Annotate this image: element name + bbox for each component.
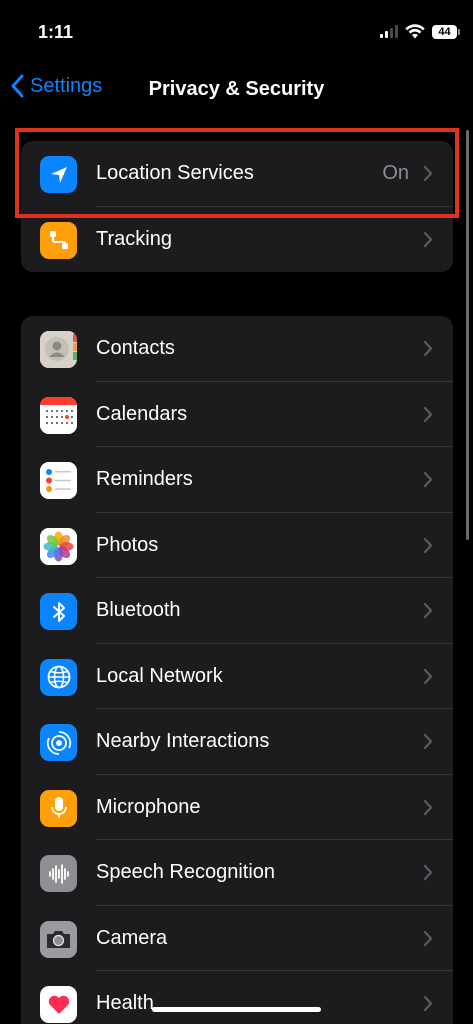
settings-group-location: Location Services On Tracking — [21, 141, 453, 272]
reminders-icon — [40, 462, 77, 499]
contacts-row[interactable]: Contacts — [21, 316, 453, 382]
bluetooth-icon — [40, 593, 77, 630]
contacts-icon — [40, 331, 77, 368]
camera-row[interactable]: Camera — [21, 906, 453, 971]
photos-icon — [40, 527, 77, 565]
nearby-interactions-row[interactable]: Nearby Interactions — [21, 709, 453, 775]
status-icons: 44 — [380, 24, 460, 39]
row-label: Photos — [96, 533, 159, 556]
row-value: On — [382, 162, 409, 185]
row-label: Speech Recognition — [96, 861, 276, 884]
microphone-icon — [40, 789, 77, 827]
home-indicator[interactable] — [152, 1007, 321, 1012]
chevron-right-icon — [423, 930, 433, 946]
photos-row[interactable]: Photos — [21, 513, 453, 578]
chevron-right-icon — [423, 340, 433, 357]
battery-icon: 44 — [432, 24, 460, 39]
navigation-bar: Settings Privacy & Security — [0, 66, 473, 116]
status-bar: 1:11 44 — [0, 0, 473, 66]
chevron-right-icon — [423, 602, 433, 619]
row-label: Contacts — [96, 337, 175, 360]
tracking-row[interactable]: Tracking — [21, 207, 453, 273]
location-arrow-icon — [40, 156, 77, 193]
row-label: Nearby Interactions — [96, 730, 270, 753]
chevron-right-icon — [423, 799, 433, 815]
wifi-icon — [405, 24, 425, 39]
row-label: Bluetooth — [96, 599, 181, 622]
health-row[interactable]: Health — [21, 971, 453, 1024]
nearby-icon — [40, 724, 77, 761]
globe-icon — [40, 658, 77, 696]
reminders-row[interactable]: Reminders — [21, 447, 453, 513]
local-network-row[interactable]: Local Network — [21, 644, 453, 709]
row-label: Health — [96, 992, 154, 1015]
chevron-right-icon — [423, 537, 433, 553]
row-label: Calendars — [96, 402, 188, 425]
row-label: Camera — [96, 926, 168, 949]
chevron-right-icon — [423, 733, 433, 750]
location-services-row[interactable]: Location Services On — [21, 141, 453, 207]
status-time: 1:11 — [38, 22, 74, 42]
chevron-right-icon — [423, 995, 433, 1012]
bluetooth-row[interactable]: Bluetooth — [21, 578, 453, 644]
speech-recognition-row[interactable]: Speech Recognition — [21, 840, 453, 906]
screen: 1:11 44 Settings Privacy & Security Loca… — [0, 0, 473, 1024]
chevron-right-icon — [423, 406, 433, 422]
waveform-icon — [40, 855, 77, 892]
chevron-right-icon — [423, 864, 433, 881]
tracking-icon — [40, 221, 77, 259]
microphone-row[interactable]: Microphone — [21, 775, 453, 840]
chevron-right-icon — [423, 668, 433, 684]
settings-group-permissions: Contacts Calendars Reminders Photos Blue… — [21, 316, 453, 1024]
chevron-right-icon — [423, 165, 433, 182]
row-label: Local Network — [96, 664, 223, 687]
row-label: Reminders — [96, 468, 193, 491]
scroll-indicator[interactable] — [466, 130, 469, 540]
calendars-row[interactable]: Calendars — [21, 382, 453, 447]
row-label: Location Services — [96, 162, 254, 185]
row-label: Tracking — [96, 227, 172, 250]
calendar-icon — [40, 396, 77, 434]
camera-icon — [40, 920, 77, 958]
page-title: Privacy & Security — [148, 78, 325, 100]
heart-icon — [40, 986, 77, 1023]
row-label: Microphone — [96, 795, 201, 818]
chevron-right-icon — [423, 231, 433, 247]
cellular-signal-icon — [380, 25, 398, 38]
chevron-right-icon — [423, 471, 433, 488]
